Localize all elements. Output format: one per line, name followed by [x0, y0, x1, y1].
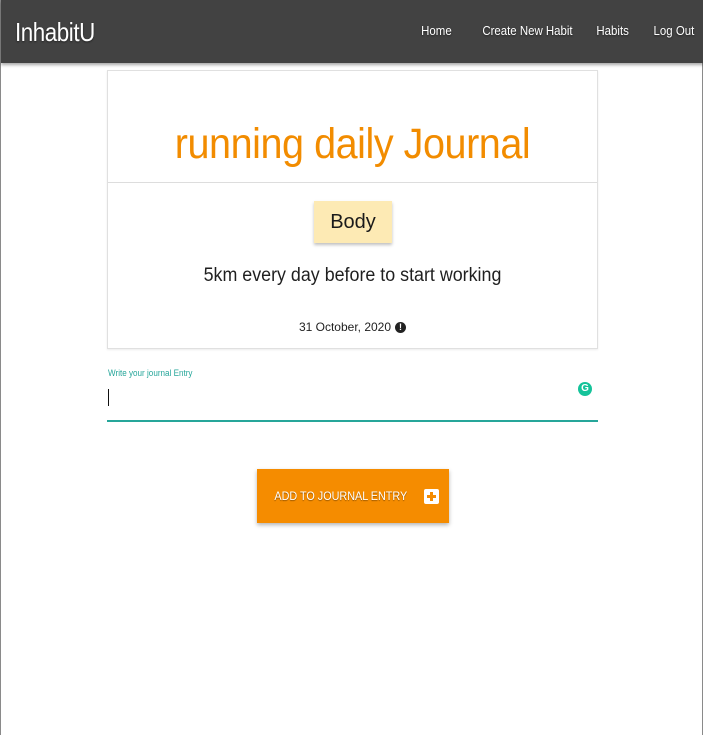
plus-square-icon: [424, 488, 440, 504]
habit-date: 31 October, 2020: [298, 320, 392, 334]
grammarly-icon[interactable]: G: [578, 382, 592, 396]
text-caret: [108, 389, 109, 406]
top-navbar: InhabitU Home Create New Habit Habits Lo…: [1, 0, 703, 63]
add-to-journal-button[interactable]: ADD TO JOURNAL ENTRY: [257, 469, 449, 523]
category-badge: Body: [314, 201, 392, 243]
brand-logo[interactable]: InhabitU: [15, 17, 95, 48]
page-frame: InhabitU Home Create New Habit Habits Lo…: [0, 0, 703, 735]
nav-link-home[interactable]: Home: [421, 23, 452, 38]
date-row: 31 October, 2020 !: [107, 320, 598, 334]
journal-entry-input[interactable]: [107, 382, 598, 422]
nav-link-log-out[interactable]: Log Out: [653, 23, 694, 38]
journal-title: running daily Journal: [174, 120, 531, 168]
habit-description: 5km every day before to start working: [203, 265, 502, 286]
add-button-label: ADD TO JOURNAL ENTRY: [274, 489, 407, 503]
nav-link-habits[interactable]: Habits: [596, 23, 628, 38]
journal-entry-label: Write your journal Entry: [108, 368, 193, 378]
nav-links: Home Create New Habit Habits Log Out: [398, 23, 694, 38]
card-divider: [108, 182, 597, 183]
nav-link-create-new-habit[interactable]: Create New Habit: [483, 23, 573, 38]
info-icon[interactable]: !: [395, 321, 407, 333]
